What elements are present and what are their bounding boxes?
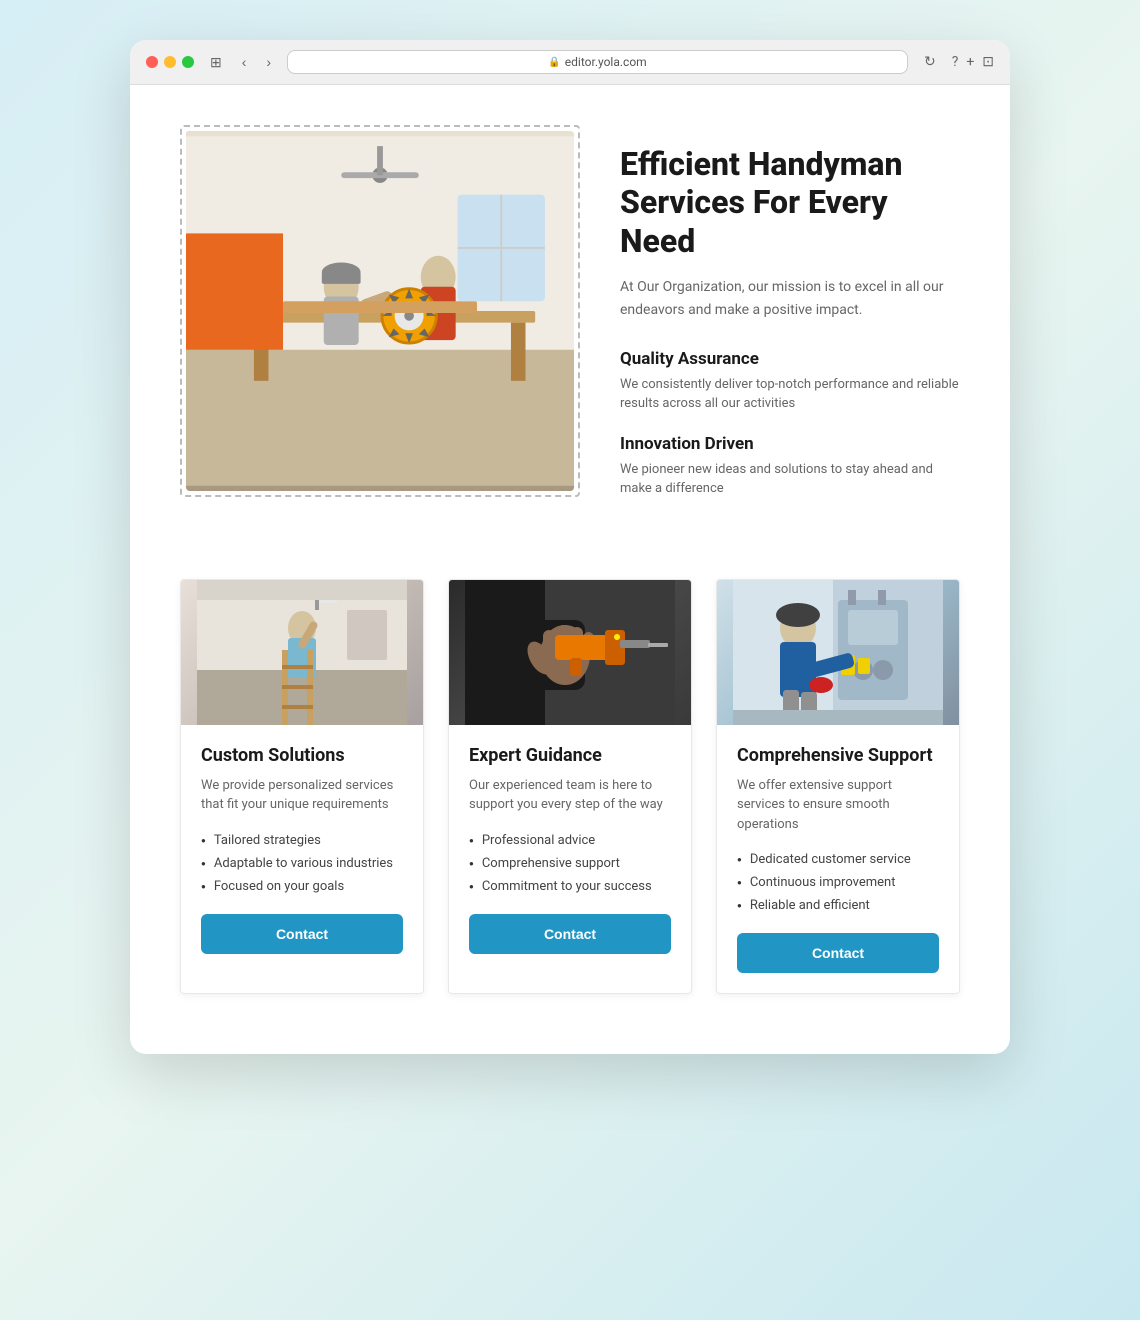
card-custom-solutions-list: Tailored strategies Adaptable to various… xyxy=(201,833,403,894)
list-item: Commitment to your success xyxy=(469,879,671,894)
card-comprehensive-support: Comprehensive Support We offer extensive… xyxy=(716,579,960,995)
list-item: Professional advice xyxy=(469,833,671,848)
card-comprehensive-support-body: Comprehensive Support We offer extensive… xyxy=(717,725,959,994)
card-custom-solutions: Custom Solutions We provide personalized… xyxy=(180,579,424,995)
card-expert-guidance-list: Professional advice Comprehensive suppor… xyxy=(469,833,671,894)
card-expert-guidance-body: Expert Guidance Our experienced team is … xyxy=(449,725,691,974)
list-item: Continuous improvement xyxy=(737,875,939,890)
page-content: Efficient Handyman Services For Every Ne… xyxy=(130,85,1010,1054)
close-button[interactable] xyxy=(146,56,158,68)
help-icon[interactable]: ? xyxy=(952,54,959,70)
list-item: Reliable and efficient xyxy=(737,898,939,913)
extension-icon[interactable]: ⊡ xyxy=(982,54,994,70)
card-comprehensive-support-title: Comprehensive Support xyxy=(737,745,939,766)
browser-actions: ? + ⊡ xyxy=(952,54,994,70)
contact-button-3[interactable]: Contact xyxy=(737,933,939,973)
refresh-icon[interactable]: ↻ xyxy=(920,52,940,72)
forward-button[interactable]: › xyxy=(262,52,275,72)
card-expert-guidance: Expert Guidance Our experienced team is … xyxy=(448,579,692,995)
sidebar-toggle[interactable]: ⊞ xyxy=(206,52,226,73)
contact-button-2[interactable]: Contact xyxy=(469,914,671,954)
list-item: Focused on your goals xyxy=(201,879,403,894)
cards-section: Custom Solutions We provide personalized… xyxy=(180,579,960,995)
card-expert-guidance-title: Expert Guidance xyxy=(469,745,671,766)
card-comprehensive-support-desc: We offer extensive support services to e… xyxy=(737,776,939,835)
list-item: Dedicated customer service xyxy=(737,852,939,867)
new-tab-icon[interactable]: + xyxy=(966,54,974,70)
card-image-expert-guidance xyxy=(449,580,691,725)
feature-quality-title: Quality Assurance xyxy=(620,349,960,369)
url-text: editor.yola.com xyxy=(565,55,647,69)
hero-image-container xyxy=(180,125,580,497)
card-image-custom-solutions xyxy=(181,580,423,725)
feature-innovation-title: Innovation Driven xyxy=(620,434,960,454)
card-expert-guidance-desc: Our experienced team is here to support … xyxy=(469,776,671,815)
card-custom-solutions-title: Custom Solutions xyxy=(201,745,403,766)
list-item: Adaptable to various industries xyxy=(201,856,403,871)
hero-subtitle: At Our Organization, our mission is to e… xyxy=(620,276,960,321)
address-bar[interactable]: 🔒 editor.yola.com xyxy=(287,50,908,74)
hero-text: Efficient Handyman Services For Every Ne… xyxy=(620,125,960,519)
maximize-button[interactable] xyxy=(182,56,194,68)
browser-window: ⊞ ‹ › 🔒 editor.yola.com ↻ ? + ⊡ xyxy=(130,40,1010,1054)
lock-icon: 🔒 xyxy=(548,57,560,68)
hero-title: Efficient Handyman Services For Every Ne… xyxy=(620,145,960,260)
hero-section: Efficient Handyman Services For Every Ne… xyxy=(180,125,960,519)
card-custom-solutions-body: Custom Solutions We provide personalized… xyxy=(181,725,423,974)
feature-quality: Quality Assurance We consistently delive… xyxy=(620,349,960,414)
card-comprehensive-support-list: Dedicated customer service Continuous im… xyxy=(737,852,939,913)
card-custom-solutions-desc: We provide personalized services that fi… xyxy=(201,776,403,815)
browser-toolbar: ⊞ ‹ › 🔒 editor.yola.com ↻ ? + ⊡ xyxy=(130,40,1010,85)
traffic-lights xyxy=(146,56,194,68)
feature-innovation-desc: We pioneer new ideas and solutions to st… xyxy=(620,460,960,499)
list-item: Comprehensive support xyxy=(469,856,671,871)
contact-button-1[interactable]: Contact xyxy=(201,914,403,954)
hero-image xyxy=(186,131,574,491)
list-item: Tailored strategies xyxy=(201,833,403,848)
feature-quality-desc: We consistently deliver top-notch perfor… xyxy=(620,375,960,414)
back-button[interactable]: ‹ xyxy=(238,52,251,72)
minimize-button[interactable] xyxy=(164,56,176,68)
card-image-comprehensive-support xyxy=(717,580,959,725)
feature-innovation: Innovation Driven We pioneer new ideas a… xyxy=(620,434,960,499)
